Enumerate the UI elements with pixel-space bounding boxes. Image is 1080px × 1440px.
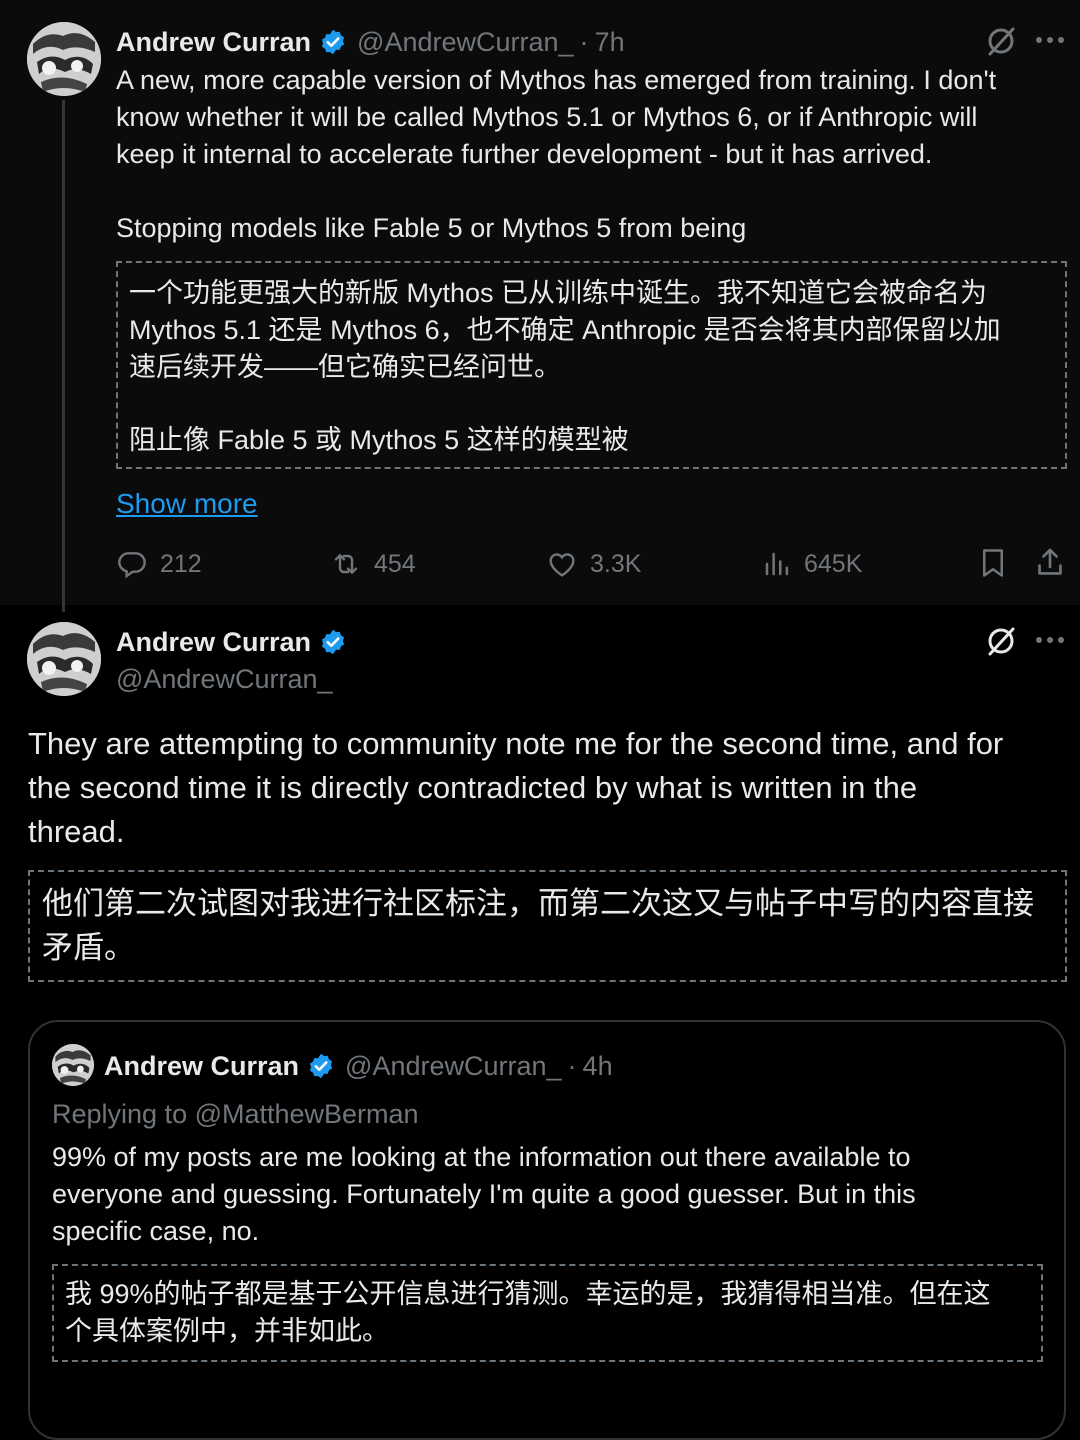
author-name[interactable]: Andrew Curran xyxy=(104,1051,299,1082)
bookmark-icon[interactable] xyxy=(978,546,1008,580)
translation-line: 我 99%的帖子都是基于公开信息进行猜测。幸运的是，我猜得相当准。但在这 xyxy=(65,1279,991,1309)
post-text-line: the second time it is directly contradic… xyxy=(28,770,918,805)
show-more-link[interactable]: Show more xyxy=(116,486,258,522)
views-count: 645K xyxy=(804,549,863,578)
like-count: 3.3K xyxy=(590,549,642,578)
post-text: They are attempting to community note me… xyxy=(28,722,1003,854)
separator-dot: · xyxy=(567,1050,577,1081)
post-time[interactable]: 4h xyxy=(583,1051,613,1082)
like-icon xyxy=(549,553,575,577)
more-icon[interactable] xyxy=(1034,630,1066,650)
author-name[interactable]: Andrew Curran xyxy=(116,627,311,658)
avatar[interactable] xyxy=(27,22,101,96)
translation-box: 他们第二次试图对我进行社区标注，而第二次这又与帖子中写的内容直接 矛盾。 xyxy=(28,870,1067,982)
translation-box: 一个功能更强大的新版 Mythos 已从训练中诞生。我不知道它会被命名为 Myt… xyxy=(116,261,1067,469)
translation-line: 他们第二次试图对我进行社区标注，而第二次这又与帖子中写的内容直接 xyxy=(42,886,1034,921)
post-text-line: Stopping models like Fable 5 or Mythos 5… xyxy=(116,213,747,243)
repost-icon xyxy=(334,554,358,574)
translation-box: 我 99%的帖子都是基于公开信息进行猜测。幸运的是，我猜得相当准。但在这 个具体… xyxy=(52,1264,1043,1362)
separator-dot: · xyxy=(579,26,589,57)
post-text-line: 99% of my posts are me looking at the in… xyxy=(52,1142,911,1172)
post-text-line: keep it internal to accelerate further d… xyxy=(116,139,933,169)
translation-line: 矛盾。 xyxy=(42,930,135,965)
verified-badge-icon xyxy=(309,1053,333,1079)
post-text-line: specific case, no. xyxy=(52,1216,260,1246)
views-icon xyxy=(765,552,789,576)
repost-count: 454 xyxy=(374,549,416,578)
replying-to[interactable]: Replying to @MatthewBerman xyxy=(52,1096,419,1132)
repost-button[interactable]: 454 xyxy=(330,544,416,584)
grok-icon[interactable] xyxy=(984,624,1018,658)
reply-icon xyxy=(118,552,146,579)
post-header: Andrew Curran xyxy=(116,624,347,660)
avatar[interactable] xyxy=(52,1044,94,1086)
translation-line: 阻止像 Fable 5 或 Mythos 5 这样的模型被 xyxy=(129,425,629,455)
views-button[interactable]: 645K xyxy=(762,544,862,584)
post-header: Andrew Curran @AndrewCurran_ · 7h xyxy=(116,24,625,60)
reply-count: 212 xyxy=(160,549,202,578)
author-handle[interactable]: @AndrewCurran_ xyxy=(357,27,574,58)
quoted-post-text: 99% of my posts are me looking at the in… xyxy=(52,1139,916,1250)
more-icon[interactable] xyxy=(1034,30,1066,50)
author-name[interactable]: Andrew Curran xyxy=(116,27,311,58)
translation-line: 个具体案例中，并非如此。 xyxy=(65,1316,389,1346)
translation-line: 速后续开发——但它确实已经问世。 xyxy=(129,352,561,382)
author-handle[interactable]: @AndrewCurran_ xyxy=(116,661,333,697)
post-text: A new, more capable version of Mythos ha… xyxy=(116,62,996,173)
post-text-line: everyone and guessing. Fortunately I'm q… xyxy=(52,1179,916,1209)
translation-line: Mythos 5.1 还是 Mythos 6，也不确定 Anthropic 是否… xyxy=(129,315,1001,345)
translation-line: 一个功能更强大的新版 Mythos 已从训练中诞生。我不知道它会被命名为 xyxy=(129,278,988,308)
post-text-line: know whether it will be called Mythos 5.… xyxy=(116,102,978,132)
post-time[interactable]: 7h xyxy=(595,27,625,58)
verified-badge-icon xyxy=(321,29,345,55)
thread-connector-line xyxy=(62,100,65,612)
like-button[interactable]: 3.3K xyxy=(546,544,641,584)
share-icon[interactable] xyxy=(1034,546,1066,580)
post-text-line: A new, more capable version of Mythos ha… xyxy=(116,65,997,95)
post-text-line: They are attempting to community note me… xyxy=(28,726,1004,761)
author-handle[interactable]: @AndrewCurran_ xyxy=(345,1051,562,1082)
verified-badge-icon xyxy=(321,629,345,655)
quoted-post-header: Andrew Curran @AndrewCurran_ · 4h xyxy=(104,1048,613,1084)
post-text-line: thread. xyxy=(28,814,125,849)
grok-icon[interactable] xyxy=(984,24,1018,58)
avatar[interactable] xyxy=(27,622,101,696)
reply-button[interactable]: 212 xyxy=(116,544,202,584)
